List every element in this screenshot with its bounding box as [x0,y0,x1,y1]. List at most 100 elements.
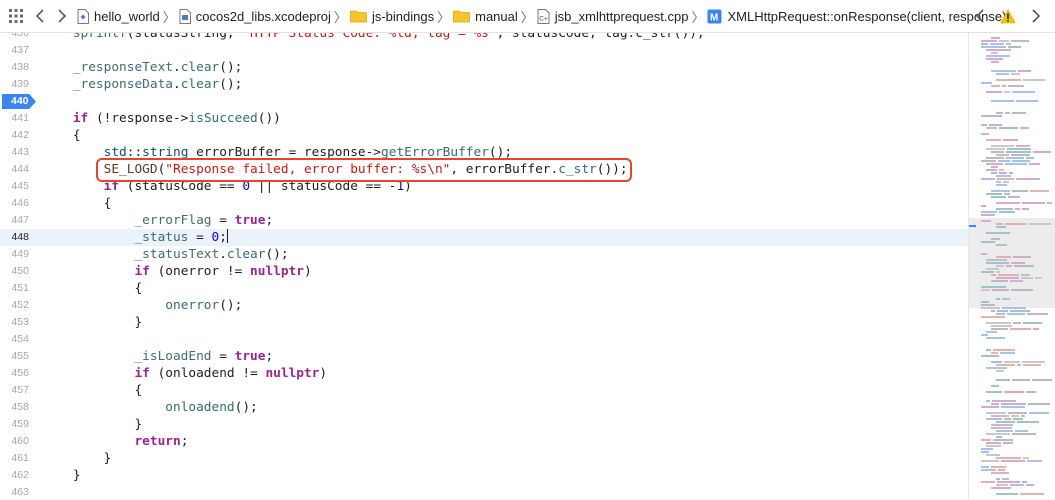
breadcrumb-cpp-file[interactable]: C+ jsb_xmlhttprequest.cpp [537,8,688,24]
code-token: clear [180,77,220,92]
minimap-stroke [1010,328,1031,330]
minimap-stroke [1010,280,1023,282]
breakpoint-marker[interactable]: 440 [2,94,36,109]
code-token: . [172,77,181,92]
code-token: _errorFlag [42,213,212,228]
code-line[interactable]: 452 onerror(); [0,297,968,314]
minimap-stroke [981,82,992,84]
breadcrumb-xcodeproj[interactable]: cocos2d_libs.xcodeproj [179,8,331,24]
minimap-stroke [991,427,1012,429]
minimap-stroke [1010,484,1024,486]
minimap-stroke [991,166,998,168]
code-line[interactable]: 449 _statusText.clear(); [0,246,968,263]
code-text: { [42,382,142,399]
minimap[interactable] [968,33,1055,500]
svg-text:C+: C+ [539,15,548,22]
breadcrumb-label: cocos2d_libs.xcodeproj [195,8,331,24]
minimap-stroke [996,436,1002,438]
code-line[interactable]: 460 return; [0,433,968,450]
code-line[interactable]: 439 _responseData.clear(); [0,76,968,93]
minimap-stroke [1011,262,1025,264]
code-line[interactable]: 447 _errorFlag = true; [0,212,968,229]
code-text: } [42,450,112,467]
code-line[interactable]: 453 } [0,314,968,331]
minimap-stroke [1012,379,1030,381]
forward-chevron-icon[interactable] [51,5,73,27]
minimap-stroke [986,400,990,402]
minimap-stroke [986,139,1001,141]
breadcrumb-separator-icon: 〉 [333,9,347,25]
code-token: ) [319,366,328,381]
minimap-stroke [1001,406,1025,408]
previous-issue-chevron-icon[interactable] [969,5,991,27]
minimap-stroke [996,298,1000,300]
line-number: 453 [11,316,29,328]
minimap-stroke [981,271,994,273]
minimap-stroke [1014,265,1034,267]
code-line[interactable]: 440 [0,93,968,110]
warning-icon[interactable] [997,5,1019,27]
minimap-stroke [991,424,1013,426]
code-line[interactable]: 451 { [0,280,968,297]
next-issue-chevron-icon[interactable] [1025,5,1047,27]
related-items-grid-icon[interactable] [5,5,27,27]
breadcrumb-hello-world[interactable]: hello_world [77,8,160,24]
code-line[interactable]: 463 [0,484,968,500]
minimap-stroke [1029,163,1040,165]
minimap-stroke [1017,364,1021,366]
breadcrumb-js-bindings[interactable]: js-bindings [350,9,434,24]
minimap-stroke [991,190,1010,192]
minimap-stroke [981,316,1005,318]
source-editor[interactable]: 436 sprintf(statusString, "HTTP Status C… [0,33,968,500]
xcodeproj-icon [179,8,191,24]
minimap-stroke [991,145,1014,147]
minimap-stroke [996,181,1001,183]
code-token: true [234,213,266,228]
line-number: 444 [11,163,29,175]
minimap-stroke [997,178,1014,180]
minimap-stroke [981,133,989,135]
code-line[interactable]: 438 _responseText.clear(); [0,59,968,76]
line-number: 462 [11,469,29,481]
code-line[interactable]: 442 { [0,127,968,144]
breadcrumb-method[interactable]: M XMLHttpRequest::onResponse(client, res… [707,9,1006,24]
minimap-stroke [1023,322,1042,324]
code-token: (!response-> [88,111,189,126]
code-line[interactable]: 462 } [0,467,968,484]
code-line[interactable]: 446 { [0,195,968,212]
code-line[interactable]: 436 sprintf(statusString, "HTTP Status C… [0,33,968,42]
code-token: _responseText [42,60,173,75]
code-line[interactable]: 456 if (onloadend != nullptr) [0,365,968,382]
minimap-stroke [1021,274,1030,276]
code-token: ()) [257,111,281,126]
minimap-stroke [981,160,996,162]
code-line[interactable]: 459 } [0,416,968,433]
minimap-stroke [996,430,1013,432]
code-token: if [42,111,89,126]
minimap-stroke [1010,310,1030,312]
breadcrumb-separator-icon: 〉 [437,9,451,25]
back-chevron-icon[interactable] [29,5,51,27]
code-line[interactable]: 450 if (onerror != nullptr) [0,263,968,280]
code-text: } [42,416,142,433]
code-line[interactable]: 441 if (!response->isSucceed()) [0,110,968,127]
minimap-stroke [991,100,1014,102]
minimap-stroke [998,160,1010,162]
code-line[interactable]: 455 _isLoadEnd = true; [0,348,968,365]
code-line[interactable]: 457 { [0,382,968,399]
code-token: nullptr [250,264,304,279]
minimap-stroke [1007,148,1031,150]
breadcrumb-manual[interactable]: manual [453,9,518,24]
minimap-stroke [991,196,1006,198]
code-line[interactable]: 461 } [0,450,968,467]
code-text: _statusText.clear(); [42,246,288,263]
code-line[interactable]: 437 [0,42,968,59]
code-line[interactable]: 458 onloadend(); [0,399,968,416]
code-token: = [211,349,235,364]
code-line[interactable]: 454 [0,331,968,348]
minimap-stroke [991,361,1002,363]
code-token: isSucceed [188,111,258,126]
minimap-stroke [998,274,1019,276]
code-line[interactable]: 448 _status = 0; [0,229,968,246]
